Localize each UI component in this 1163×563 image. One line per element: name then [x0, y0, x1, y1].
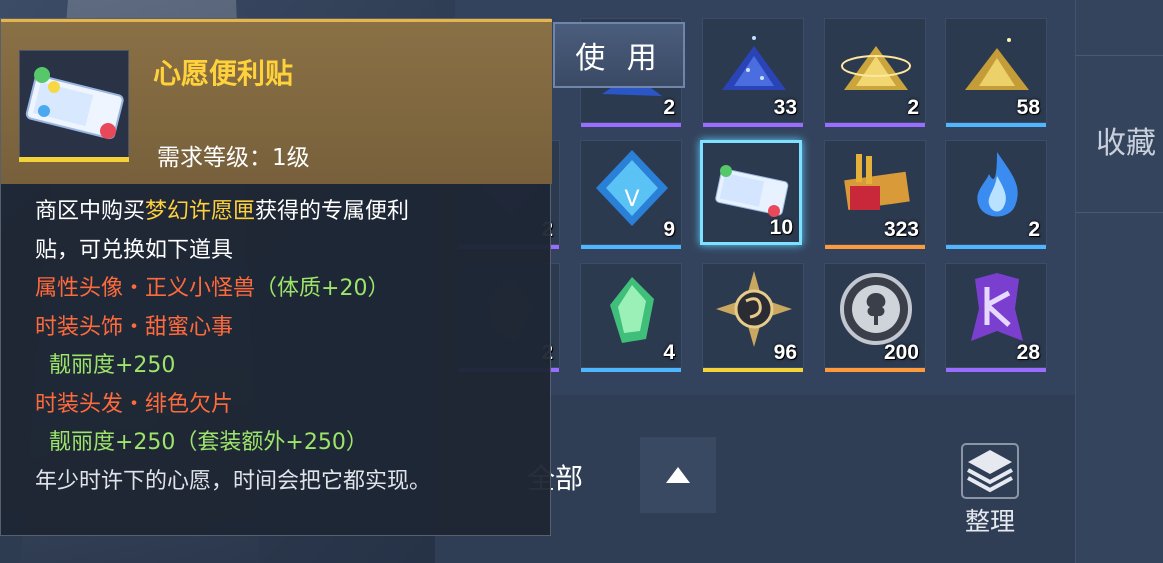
rarity-bar	[946, 123, 1046, 127]
item-tooltip: 心愿便利贴 需求等级：1级 商区中购买梦幻许愿匣获得的专属便利 贴，可兑换如下道…	[0, 18, 552, 536]
item-count: 2	[1028, 218, 1040, 241]
gold-dust-pile-icon	[965, 38, 1029, 90]
rarity-bar	[581, 245, 681, 249]
tree-coin-icon	[840, 273, 912, 345]
description-text: 商区中购买	[35, 199, 146, 224]
reward-stat: （体质+20）	[255, 276, 390, 301]
reward-line: 属性头像・正义小怪兽（体质+20）	[35, 270, 535, 309]
item-count: 200	[883, 341, 919, 364]
layers-icon	[961, 443, 1019, 499]
champagne-ticket-icon	[844, 154, 910, 211]
rarity-bar	[825, 245, 925, 249]
coupon-ticket-icon	[25, 67, 124, 140]
required-level: 需求等级：1级	[157, 145, 310, 171]
tab-collection[interactable]: 收藏	[1096, 118, 1156, 162]
blue-flame-icon	[977, 152, 1018, 217]
item-count: 4	[663, 341, 675, 364]
item-count: 96	[773, 341, 797, 364]
inventory-slot[interactable]: 2	[945, 140, 1047, 249]
side-tab-panel	[1075, 0, 1163, 563]
item-count: 9	[663, 218, 675, 241]
reward-name: 时装头饰・甜蜜心事	[35, 314, 234, 340]
item-count: 58	[1016, 96, 1040, 119]
inventory-slot[interactable]: 33	[702, 18, 804, 127]
purple-rune-icon	[971, 273, 1023, 341]
gold-dust-ring-icon	[841, 46, 911, 90]
description-text: 获得的专属便利	[255, 199, 410, 224]
item-name: 心愿便利贴	[153, 57, 294, 90]
item-count: 10	[769, 216, 793, 239]
rarity-bar	[825, 368, 925, 372]
rarity-bar	[946, 368, 1046, 372]
side-divider	[1075, 55, 1163, 56]
item-count: 2	[907, 96, 919, 119]
rarity-bar	[581, 368, 681, 372]
side-divider	[1075, 212, 1163, 213]
reward-stat: 靓丽度+250（套装额外+250）	[49, 430, 368, 455]
inventory-slot[interactable]: 323	[824, 140, 926, 249]
use-button[interactable]: 使 用	[553, 22, 685, 88]
inventory-slot[interactable]: 2	[824, 18, 926, 127]
reward-stat: 靓丽度+250	[49, 353, 176, 378]
rarity-bar	[703, 123, 803, 127]
item-icon-frame	[19, 50, 129, 162]
item-count: 2	[663, 96, 675, 119]
rarity-bar	[581, 123, 681, 127]
description-line: 贴，可兑换如下道具	[35, 237, 234, 263]
v-diamond-badge-icon: V	[596, 150, 668, 226]
sort-label: 整理	[964, 507, 1015, 536]
flavor-text: 年少时许下的心愿，时间会把它都实现。	[35, 468, 432, 494]
inventory-slot[interactable]: 200	[824, 263, 926, 372]
rarity-bar	[703, 368, 803, 372]
highlight-text: 梦幻许愿匣	[145, 199, 256, 224]
blue-stardust-icon	[722, 36, 786, 90]
sort-button[interactable]: 整理	[950, 440, 1030, 540]
inventory-slot-selected[interactable]: 10	[700, 140, 802, 245]
inventory-slot[interactable]: 58	[945, 18, 1047, 127]
description-line: 商区中购买梦幻许愿匣获得的专属便利	[35, 193, 535, 232]
rarity-bar	[946, 245, 1046, 249]
item-count: 323	[883, 218, 919, 241]
reward-name: 时装头发・绯色欠片	[35, 391, 234, 417]
rarity-bar	[825, 123, 925, 127]
green-crystal-icon	[610, 277, 654, 343]
inventory-slot[interactable]: V 9	[580, 140, 682, 249]
inventory-slot[interactable]: 28	[945, 263, 1047, 372]
inventory-slot[interactable]: 96	[702, 263, 804, 372]
item-count: 33	[773, 96, 797, 119]
expand-button[interactable]	[640, 437, 716, 513]
tooltip-header: 心愿便利贴 需求等级：1级	[1, 19, 552, 184]
inventory-slot[interactable]: 4	[580, 263, 682, 372]
svg-text:V: V	[624, 187, 639, 212]
item-description: 商区中购买梦幻许愿匣获得的专属便利 贴，可兑换如下道具 属性头像・正义小怪兽（体…	[35, 193, 535, 501]
reward-name: 属性头像・正义小怪兽	[35, 276, 256, 301]
item-count: 28	[1016, 341, 1040, 364]
rarity-bar	[19, 157, 129, 162]
triangle-up-icon	[666, 467, 690, 483]
dragon-star-icon	[716, 271, 792, 347]
